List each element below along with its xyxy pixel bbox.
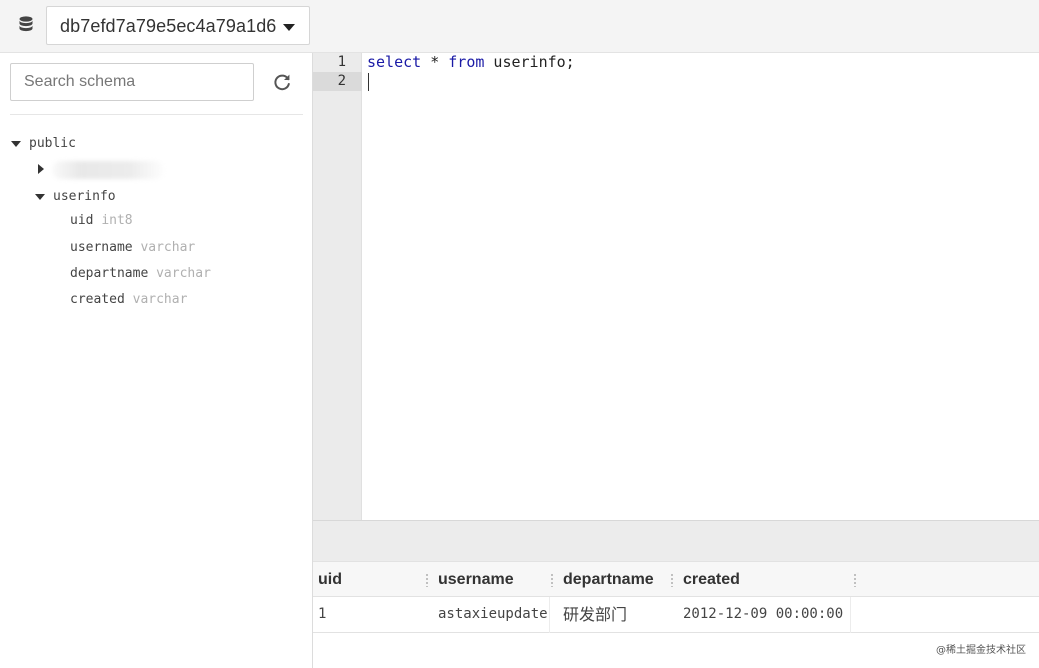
column-name: created [70, 292, 125, 307]
code-star: * [421, 53, 449, 71]
header-created[interactable]: created [683, 562, 740, 598]
column-name: username [70, 240, 133, 255]
code-table: userinfo; [484, 53, 575, 71]
keyword-select: select [367, 53, 422, 71]
header-departname[interactable]: departname [563, 562, 654, 598]
caret-down-icon [283, 24, 295, 31]
column-resize-handle[interactable] [551, 573, 553, 587]
schema-public[interactable]: public [29, 136, 76, 151]
line-number: 1 [337, 54, 346, 70]
column-name: uid [70, 213, 94, 228]
cell-uid[interactable]: 1 [318, 597, 428, 632]
column-created[interactable]: created varchar [70, 292, 187, 307]
database-select[interactable]: db7efd7a79e5ec4a79a1d6 [46, 6, 310, 45]
results-grid: uid username departname created 1 astaxi… [313, 561, 1039, 668]
watermark: @稀土掘金技术社区 [936, 645, 1026, 656]
column-resize-handle[interactable] [854, 573, 856, 587]
schema-sidebar: public userinfo uid int8 username varcha… [0, 53, 313, 668]
results-toolbar [313, 520, 1039, 561]
database-icon [19, 16, 33, 32]
grid-header: uid username departname created [313, 561, 1039, 597]
keyword-from: from [448, 53, 485, 71]
header-username[interactable]: username [438, 562, 514, 598]
search-schema-input[interactable] [10, 63, 254, 101]
expand-table-icon[interactable] [38, 164, 44, 174]
expand-public-icon[interactable] [11, 141, 21, 147]
line-gutter: 1 2 [313, 53, 362, 520]
cell-username[interactable]: astaxieupdate [438, 597, 556, 632]
header-uid[interactable]: uid [318, 562, 342, 598]
column-type: varchar [140, 240, 196, 255]
column-uid[interactable]: uid int8 [70, 213, 133, 228]
collapse-userinfo-icon[interactable] [35, 194, 45, 200]
code-line-1[interactable]: select * from userinfo; [367, 53, 575, 72]
column-type: varchar [132, 292, 188, 307]
column-divider [549, 597, 550, 633]
cell-departname[interactable]: 研发部门 [563, 597, 675, 632]
sidebar-divider [10, 114, 303, 115]
redacted-table-name[interactable] [52, 161, 164, 179]
refresh-icon[interactable] [271, 71, 293, 93]
sql-editor[interactable]: 1 2 select * from userinfo; [313, 53, 1039, 520]
table-userinfo[interactable]: userinfo [53, 189, 116, 204]
top-bar: db7efd7a79e5ec4a79a1d6 [0, 0, 1039, 53]
column-divider [850, 597, 851, 633]
table-row: 1 astaxieupdate 研发部门 2012-12-09 00:00:00 [313, 597, 1039, 633]
column-resize-handle[interactable] [426, 573, 428, 587]
column-username[interactable]: username varchar [70, 240, 195, 255]
cell-created[interactable]: 2012-12-09 00:00:00 [683, 597, 858, 632]
column-type: int8 [101, 213, 133, 228]
line-number-active: 2 [313, 72, 362, 91]
database-name: db7efd7a79e5ec4a79a1d6 [60, 16, 277, 36]
column-name: departname [70, 266, 149, 281]
column-departname[interactable]: departname varchar [70, 266, 211, 281]
column-type: varchar [156, 266, 211, 281]
column-resize-handle[interactable] [671, 573, 673, 587]
text-cursor [368, 73, 369, 91]
